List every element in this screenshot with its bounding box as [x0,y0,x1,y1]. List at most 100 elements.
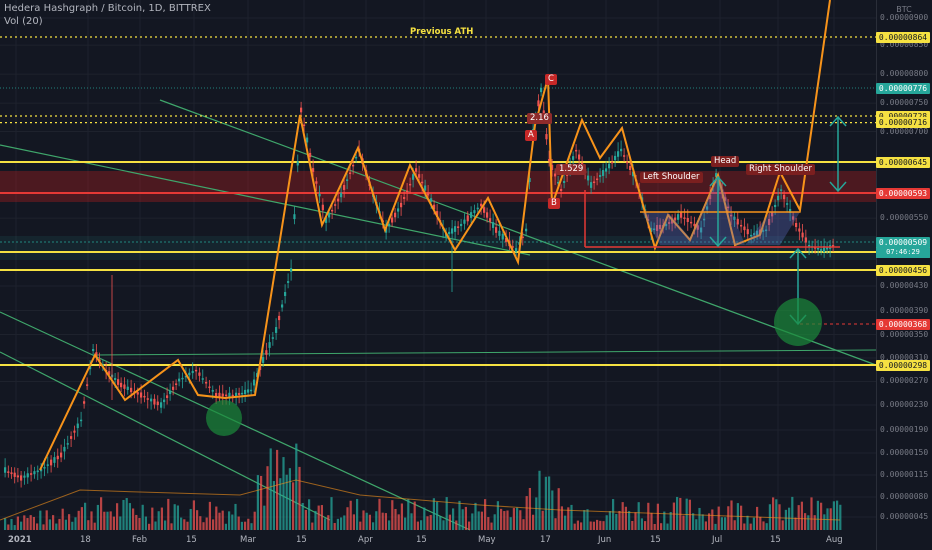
volume-bar [599,520,602,530]
candle [690,221,693,224]
volume-bar [52,515,55,530]
volume-bar [231,514,234,530]
candle [318,193,321,197]
candle [130,387,133,393]
candle [587,175,590,181]
volume-bar [304,509,307,530]
volume-bar [823,514,826,530]
candle [486,212,489,218]
volume-bar [573,523,576,530]
volume-bar [615,513,618,530]
volume-bar [548,476,551,530]
candle [424,185,427,191]
candle [804,237,807,243]
candle [620,148,623,152]
price-axis-label: 0.00000550 [880,213,929,223]
candle [743,226,746,231]
price-tag: 0.00000776 [876,82,930,94]
candle [208,386,211,389]
volume-bar [336,518,339,530]
volume-bar [788,507,791,530]
volume-bar [656,503,659,530]
candle [278,315,281,321]
volume-bar [327,515,330,530]
volume-bar [423,507,426,530]
price-tag: 0.00000298 [876,359,930,371]
volume-bar [32,516,35,530]
volume-bar [666,523,669,530]
volume-bar [512,508,515,530]
time-axis-label: Mar [240,535,257,545]
volume-bar [228,511,231,530]
candle [201,378,204,380]
volume-bar [637,502,640,530]
candle [312,168,315,172]
candle [795,222,798,228]
volume-bar [455,520,458,530]
candle [501,233,504,240]
volume-bar [122,499,125,530]
volume-bar [384,513,387,530]
volume-bar [164,520,167,530]
price-axis-label: 0.00000230 [880,400,929,409]
candle [451,228,454,234]
volume-bar [125,498,128,530]
volume-bar [532,514,535,530]
volume-bar [586,509,589,530]
volume-bar [644,521,647,530]
candle [166,395,169,398]
volume-bar [68,514,71,530]
candle [43,467,46,469]
candle [563,181,566,183]
candle [53,457,56,463]
volume-bar [23,515,26,530]
candle [448,231,451,235]
price-tag: 0.00000716 [876,117,930,129]
candle [26,473,29,478]
candle [231,394,234,397]
candle [820,249,823,251]
volume-bar [589,521,592,530]
volume-bar [653,523,656,530]
candle [498,230,501,236]
volume-bar [528,487,531,530]
candle [46,464,49,466]
candle [63,446,66,452]
candle [406,190,409,193]
candle [489,218,492,222]
candle [66,443,69,445]
price-axis-label: 0.00000115 [880,470,929,479]
volume-bar [807,515,810,530]
candle [181,377,184,380]
volume-bar [500,508,503,530]
candle [483,207,486,213]
price-chart[interactable]: BTC [0,0,932,550]
candle [321,204,324,211]
volume-bar [580,522,583,530]
candle [70,436,73,439]
candle [537,100,540,107]
volume-bar [477,511,480,530]
volume-bar [756,506,759,530]
time-axis-label: 2021 [8,535,32,545]
price-axis-label: 0.00000900 [880,13,929,22]
volume-bar [90,511,93,530]
volume-bar [340,517,343,530]
candle [136,392,139,395]
volume-bar [16,516,19,530]
volume-bar [672,502,675,530]
candle [780,189,783,191]
volume-bar [695,519,698,530]
candle [20,475,23,481]
candle [349,172,352,174]
candle [241,392,244,395]
volume-bar [39,510,42,530]
candle [774,204,777,208]
volume-bar [61,508,64,530]
volume-bar [407,499,410,530]
candle [454,226,457,232]
candle [617,151,620,157]
volume-bar [557,488,560,530]
volume-bar [784,509,787,530]
volume-bar [711,509,714,530]
